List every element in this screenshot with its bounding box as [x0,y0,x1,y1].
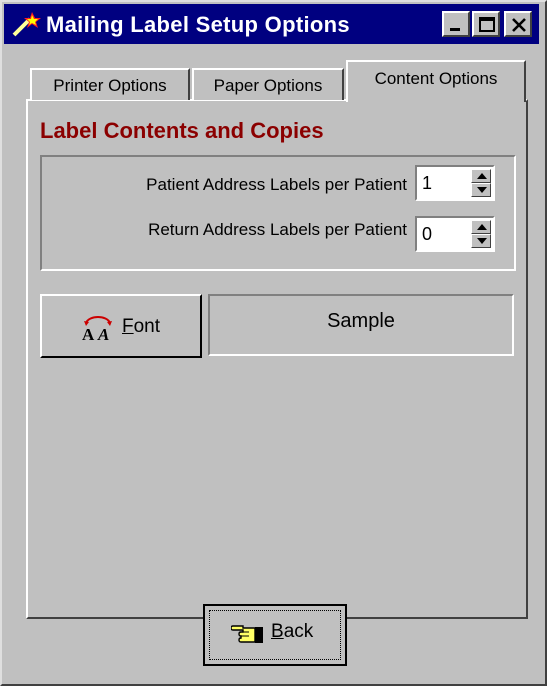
spinner-arrows [471,220,491,248]
tab-paper-options[interactable]: Paper Options [192,68,344,100]
maximize-icon [479,17,495,32]
font-button[interactable]: A A Font [40,294,202,358]
section-title: Label Contents and Copies [40,118,324,143]
spin-up-button[interactable] [471,169,491,183]
maximize-button[interactable] [472,11,500,37]
return-address-labels-label: Return Address Labels per Patient [148,220,407,239]
spinner-value[interactable]: 0 [422,224,432,245]
svg-text:A: A [97,325,109,342]
close-button[interactable] [504,11,532,37]
arrow-up-icon [477,173,487,179]
minimize-icon [450,28,460,31]
return-address-labels-spinner[interactable]: 0 [415,216,495,252]
font-sample-box: Sample [208,294,514,356]
spinner-arrows [471,169,491,197]
patient-address-labels-label: Patient Address Labels per Patient [146,175,407,194]
spinner-value[interactable]: 1 [422,173,432,194]
spin-up-button[interactable] [471,220,491,234]
wand-icon [12,12,41,37]
svg-text:A: A [82,325,95,342]
back-button[interactable]: Back [203,604,347,666]
spin-down-button[interactable] [471,183,491,197]
close-icon [512,18,526,32]
font-aa-icon: A A [82,316,112,342]
minimize-button[interactable] [442,11,470,37]
tab-content-options[interactable]: Content Options [346,60,526,102]
arrow-up-icon [477,224,487,230]
arrow-down-icon [477,187,487,193]
sample-text: Sample [327,310,395,332]
title-bar[interactable]: Mailing Label Setup Options [4,4,539,44]
tab-printer-options[interactable]: Printer Options [30,68,190,100]
back-button-label: Back [271,621,314,642]
patient-address-labels-spinner[interactable]: 1 [415,165,495,201]
arrow-down-icon [477,238,487,244]
spin-down-button[interactable] [471,234,491,248]
window-title: Mailing Label Setup Options [46,12,350,37]
pointing-hand-icon [231,625,263,643]
font-button-label: Font [122,316,161,337]
